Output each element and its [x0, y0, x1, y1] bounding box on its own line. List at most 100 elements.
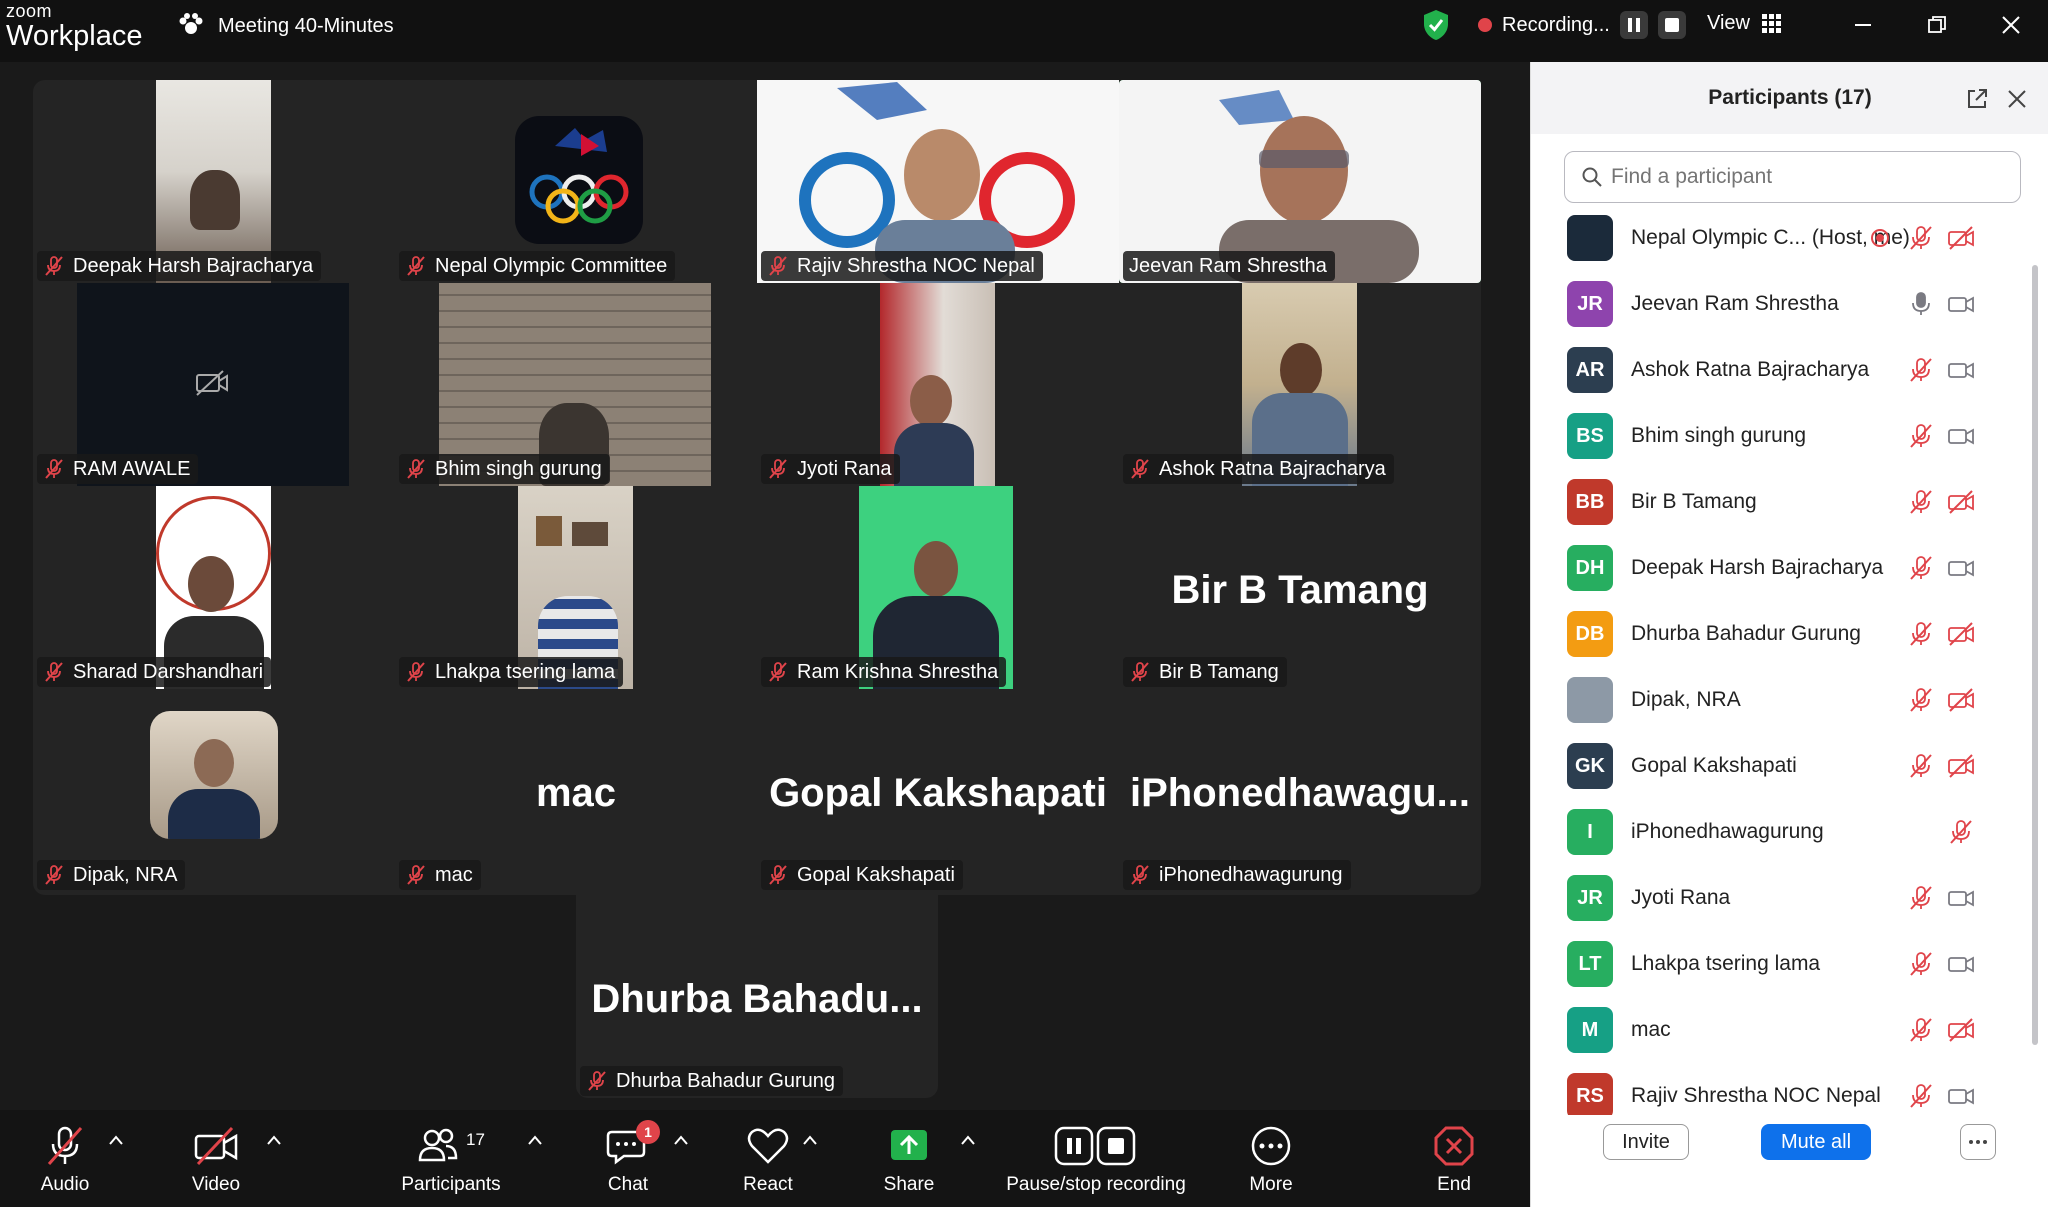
muted-mic-icon[interactable] [1907, 950, 1935, 978]
video-icon[interactable] [1947, 422, 1975, 450]
video-tile[interactable]: Ashok Ratna Bajracharya [1119, 283, 1481, 486]
end-meeting-button[interactable]: End [1430, 1124, 1478, 1196]
muted-mic-icon[interactable] [1907, 554, 1935, 582]
video-icon[interactable] [1947, 356, 1975, 384]
participant-row[interactable]: DH Deepak Harsh Bajracharya [1531, 535, 2031, 601]
video-tile[interactable]: RAM AWALE [33, 283, 395, 486]
participant-list-scrollbar[interactable] [2031, 205, 2039, 1115]
video-off-icon[interactable] [1947, 752, 1975, 780]
video-tile[interactable]: Rajiv Shrestha NOC Nepal [757, 80, 1119, 283]
participant-name: Rajiv Shrestha NOC Nepal [1631, 1084, 1881, 1107]
participant-row[interactable]: Dipak, NRA [1531, 667, 2031, 733]
participant-row[interactable]: AR Ashok Ratna Bajracharya [1531, 337, 2031, 403]
participants-options-chevron-icon[interactable] [527, 1134, 543, 1146]
video-options-chevron-icon[interactable] [266, 1134, 282, 1146]
react-button[interactable]: React [740, 1124, 796, 1196]
close-window-button[interactable] [1991, 10, 2031, 40]
muted-mic-icon[interactable] [1907, 224, 1935, 252]
video-off-icon[interactable] [1947, 488, 1975, 516]
participant-row[interactable]: Mmac [1531, 997, 2031, 1063]
video-tile[interactable]: Dipak, NRA [33, 689, 395, 892]
video-tile[interactable]: Nepal Olympic Committee [395, 80, 757, 283]
stop-recording-button[interactable] [1657, 11, 1686, 39]
search-input[interactable] [1611, 165, 2011, 189]
participants-label: Participants [401, 1174, 501, 1195]
video-icon[interactable] [1947, 554, 1975, 582]
pause-stop-recording-button[interactable]: Pause/stop recording [1000, 1124, 1192, 1196]
video-icon[interactable] [1947, 884, 1975, 912]
heart-icon [747, 1128, 789, 1164]
mic-icon[interactable] [1907, 290, 1935, 318]
video-off-icon[interactable] [1947, 686, 1975, 714]
video-tile[interactable]: Bhim singh gurung [395, 283, 757, 486]
close-panel-icon[interactable] [2006, 88, 2028, 110]
muted-mic-icon[interactable] [1907, 1016, 1935, 1044]
muted-mic-icon[interactable] [1907, 686, 1935, 714]
participant-name: iPhonedhawagurung [1159, 863, 1343, 886]
participant-name: mac [1631, 1018, 1671, 1041]
react-options-chevron-icon[interactable] [802, 1134, 818, 1146]
participant-row[interactable]: DB Dhurba Bahadur Gurung [1531, 601, 2031, 667]
video-tile[interactable]: Lhakpa tsering lama [395, 486, 757, 689]
video-tile[interactable]: Jyoti Rana [757, 283, 1119, 486]
video-tile[interactable]: iPhonedhawagu... iPhonedhawagurung [1119, 689, 1481, 892]
muted-mic-icon[interactable] [1907, 752, 1935, 780]
chat-options-chevron-icon[interactable] [673, 1134, 689, 1146]
video-tile[interactable]: Deepak Harsh Bajracharya [33, 80, 395, 283]
participant-search[interactable] [1564, 151, 2021, 203]
panel-footer: Invite Mute all [1531, 1122, 2048, 1207]
more-button[interactable]: More [1245, 1124, 1297, 1196]
participant-row[interactable]: JR Jyoti Rana [1531, 865, 2031, 931]
muted-mic-icon[interactable] [1907, 422, 1935, 450]
video-tile-active-speaker[interactable]: Jeevan Ram Shrestha [1119, 80, 1481, 283]
audio-options-chevron-icon[interactable] [108, 1134, 124, 1146]
participant-row[interactable]: RS Rajiv Shrestha NOC Nepal [1531, 1063, 2031, 1115]
participant-row[interactable]: IiPhonedhawagurung [1531, 799, 2031, 865]
muted-mic-icon[interactable] [1947, 818, 1975, 846]
video-off-icon[interactable] [1947, 224, 1975, 252]
end-label: End [1437, 1174, 1471, 1195]
muted-mic-icon[interactable] [1907, 884, 1935, 912]
meeting-info-button[interactable]: Meeting 40-Minutes [176, 11, 394, 41]
encryption-shield-icon[interactable] [1422, 9, 1450, 41]
invite-button[interactable]: Invite [1603, 1124, 1689, 1160]
participant-row[interactable]: LT Lhakpa tsering lama [1531, 931, 2031, 997]
restore-button[interactable] [1917, 10, 1957, 40]
muted-mic-icon[interactable] [1907, 356, 1935, 384]
participant-row[interactable]: GK Gopal Kakshapati [1531, 733, 2031, 799]
video-off-icon[interactable] [1947, 620, 1975, 648]
more-options-button[interactable] [1960, 1124, 1996, 1160]
audio-button[interactable]: Audio [36, 1124, 94, 1196]
video-tile[interactable]: Sharad Darshandhari [33, 486, 395, 689]
video-tile[interactable]: Gopal Kakshapati Gopal Kakshapati [757, 689, 1119, 892]
video-icon[interactable] [1947, 1082, 1975, 1110]
muted-mic-icon[interactable] [1907, 488, 1935, 516]
video-icon[interactable] [1947, 290, 1975, 318]
muted-mic-icon[interactable] [1907, 1082, 1935, 1110]
view-button[interactable]: View [1707, 12, 1782, 35]
video-button[interactable]: Video [188, 1124, 244, 1196]
video-tile[interactable]: Bir B Tamang Bir B Tamang [1119, 486, 1481, 689]
end-meeting-icon [1434, 1126, 1474, 1166]
video-tile[interactable]: mac mac [395, 689, 757, 892]
participant-row[interactable]: BS Bhim singh gurung [1531, 403, 2031, 469]
mute-all-button[interactable]: Mute all [1761, 1124, 1871, 1160]
muted-mic-icon[interactable] [1907, 620, 1935, 648]
video-tile[interactable]: Ram Krishna Shrestha [757, 486, 1119, 689]
participant-row[interactable]: BB Bir B Tamang [1531, 469, 2031, 535]
minimize-button[interactable] [1843, 10, 1883, 40]
share-options-chevron-icon[interactable] [960, 1134, 976, 1146]
video-icon[interactable] [1947, 950, 1975, 978]
muted-mic-icon [45, 459, 63, 479]
pause-recording-button[interactable] [1619, 11, 1648, 39]
pop-out-icon[interactable] [1965, 87, 1989, 111]
share-button[interactable]: Share [880, 1124, 938, 1196]
scroll-thumb[interactable] [2032, 265, 2038, 1045]
name-label: Deepak Harsh Bajracharya [37, 251, 322, 281]
video-off-icon[interactable] [1947, 1016, 1975, 1044]
participant-row[interactable]: JR Jeevan Ram Shrestha [1531, 271, 2031, 337]
video-tile[interactable]: Dhurba Bahadu... Dhurba Bahadur Gurung [576, 895, 938, 1098]
participants-button[interactable]: 17 Participants [396, 1124, 506, 1196]
participant-row[interactable]: Nepal Olympic C... (Host, me) [1531, 205, 2031, 271]
muted-mic-icon [407, 459, 425, 479]
